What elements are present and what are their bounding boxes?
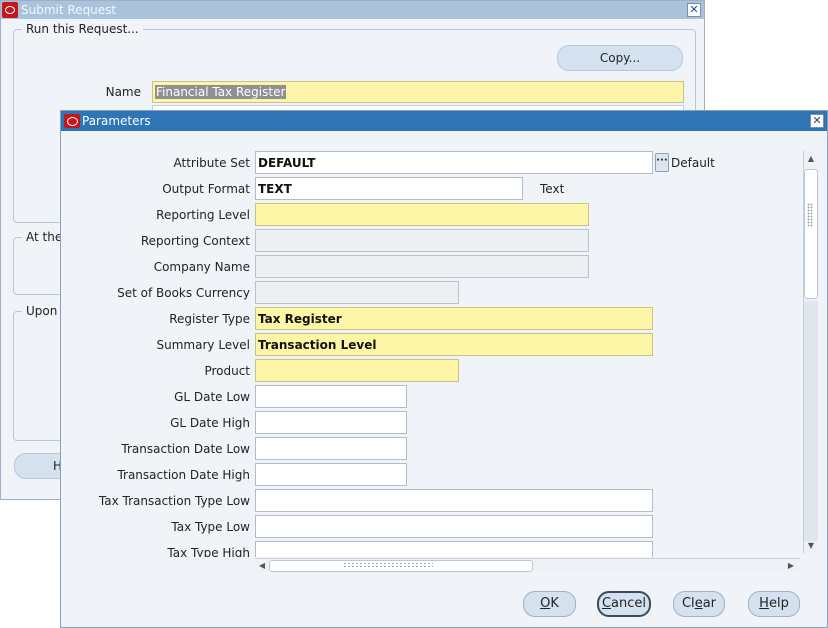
close-icon[interactable]: ✕ (810, 114, 824, 128)
clear-mnemonic: e (694, 596, 703, 611)
param-row-tax-type-high: Tax Type High (61, 541, 801, 557)
attribute-set-field[interactable]: DEFAULT (255, 151, 653, 174)
param-row-register-type: Register Type Tax Register (61, 307, 801, 331)
tax-type-low-field[interactable] (255, 515, 653, 538)
product-field[interactable] (255, 359, 459, 382)
parameters-dialog: Parameters ✕ Attribute Set DEFAULT ··· D… (60, 110, 828, 628)
request-name-field[interactable]: Financial Tax Register (152, 81, 684, 103)
param-label: Set of Books Currency (117, 286, 250, 300)
param-row-reporting-context: Reporting Context (61, 229, 801, 253)
parameters-titlebar[interactable]: Parameters ✕ (61, 111, 827, 131)
help-mnemonic: H (759, 596, 769, 611)
scroll-left-icon[interactable]: ◀ (256, 559, 268, 573)
app-logo-icon (2, 2, 18, 18)
parameters-form: Attribute Set DEFAULT ··· Default Output… (61, 149, 801, 557)
help-post: elp (768, 596, 789, 611)
param-row-output-format: Output Format TEXT Text (61, 177, 801, 201)
summary-level-field[interactable]: Transaction Level (255, 333, 653, 356)
tax-trx-type-low-field[interactable] (255, 489, 653, 512)
ok-mnemonic: O (540, 596, 551, 611)
ok-post: K (550, 596, 559, 611)
parameters-title: Parameters (82, 114, 151, 128)
param-label: Tax Type Low (171, 520, 250, 534)
books-currency-field[interactable] (255, 281, 459, 304)
param-row-product: Product (61, 359, 801, 383)
submit-request-title: Submit Request (21, 3, 117, 17)
param-label: Reporting Level (156, 208, 250, 222)
param-label: Output Format (162, 182, 250, 196)
copy-button[interactable]: Copy... (557, 45, 683, 71)
cancel-post: ancel (611, 596, 647, 611)
param-row-company-name: Company Name (61, 255, 801, 279)
oracle-logo-icon (64, 114, 80, 128)
param-label: Tax Transaction Type Low (98, 494, 250, 508)
param-row-attribute-set: Attribute Set DEFAULT ··· Default (61, 151, 801, 175)
param-row-gl-date-high: GL Date High (61, 411, 801, 435)
ok-button[interactable]: OK (523, 591, 576, 617)
param-label: Summary Level (156, 338, 250, 352)
lov-ellipsis-icon[interactable]: ··· (655, 153, 669, 172)
run-request-legend: Run this Request... (22, 22, 143, 36)
param-label: GL Date Low (174, 390, 250, 404)
param-label: Product (204, 364, 250, 378)
tax-type-high-field[interactable] (255, 541, 653, 557)
gl-date-high-field[interactable] (255, 411, 407, 434)
output-format-default: Text (540, 182, 565, 196)
param-label: Transaction Date High (117, 468, 250, 482)
vertical-scroll-grip (807, 203, 813, 227)
param-label: Register Type (169, 312, 250, 326)
submit-request-titlebar[interactable]: Submit Request ✕ (1, 1, 704, 19)
attribute-set-default: Default (671, 156, 715, 170)
upon-completion-legend: Upon (22, 304, 62, 318)
close-icon[interactable]: ✕ (687, 3, 701, 17)
param-row-gl-date-low: GL Date Low (61, 385, 801, 409)
horizontal-scroll-grip (343, 562, 433, 567)
scroll-right-icon[interactable]: ▶ (785, 559, 797, 573)
param-label: Company Name (153, 260, 250, 274)
clear-button[interactable]: Clear (673, 591, 725, 617)
register-type-field[interactable]: Tax Register (255, 307, 653, 330)
param-row-books-currency: Set of Books Currency (61, 281, 801, 305)
trx-date-high-field[interactable] (255, 463, 407, 486)
horizontal-scrollbar[interactable]: ◀ ▶ (255, 558, 800, 573)
cancel-button[interactable]: Cancel (597, 591, 651, 617)
reporting-context-field[interactable] (255, 229, 589, 252)
param-label: GL Date High (170, 416, 250, 430)
company-name-field[interactable] (255, 255, 589, 278)
clear-post: ar (702, 596, 716, 611)
param-label: Transaction Date Low (121, 442, 250, 456)
trx-date-low-field[interactable] (255, 437, 407, 460)
vertical-scrollbar[interactable]: ▲ ▼ (803, 151, 818, 554)
param-label: Tax Type High (167, 546, 250, 557)
param-row-tax-type-low: Tax Type Low (61, 515, 801, 539)
vertical-scroll-track[interactable] (804, 301, 818, 541)
gl-date-low-field[interactable] (255, 385, 407, 408)
param-row-trx-date-high: Transaction Date High (61, 463, 801, 487)
param-row-tax-trx-type-low: Tax Transaction Type Low (61, 489, 801, 513)
param-label: Attribute Set (173, 156, 250, 170)
param-label: Reporting Context (140, 234, 250, 248)
scroll-up-icon[interactable]: ▲ (805, 153, 817, 165)
scroll-down-icon[interactable]: ▼ (805, 540, 817, 552)
output-format-field[interactable]: TEXT (255, 177, 523, 200)
param-row-reporting-level: Reporting Level (61, 203, 801, 227)
reporting-level-field[interactable] (255, 203, 589, 226)
request-name-value: Financial Tax Register (155, 85, 287, 99)
clear-pre: Cl (681, 596, 695, 611)
name-label: Name (105, 85, 141, 99)
help-button[interactable]: Help (748, 591, 800, 617)
param-row-summary-level: Summary Level Transaction Level (61, 333, 801, 357)
param-row-trx-date-low: Transaction Date Low (61, 437, 801, 461)
vertical-scroll-thumb[interactable] (804, 169, 818, 299)
cancel-mnemonic: C (601, 596, 612, 611)
